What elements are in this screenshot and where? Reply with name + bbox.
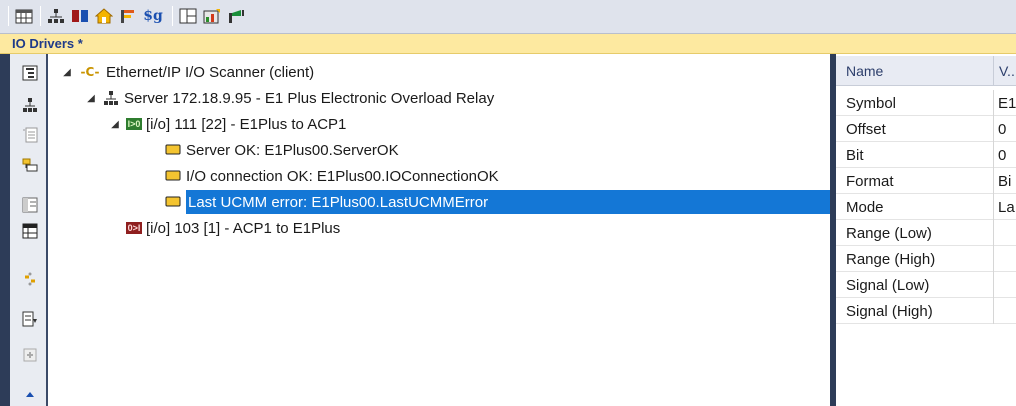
tree-item-label-selected: Last UCMM error: E1Plus00.LastUCMMError bbox=[186, 190, 830, 214]
property-row[interactable]: Signal (High) bbox=[836, 298, 1016, 324]
expand-icon[interactable]: ◢ bbox=[108, 119, 122, 130]
properties-grid: Name V... SymbolE1 Offset0 Bit0 FormatBi… bbox=[836, 56, 1016, 406]
tree-node-label: [i/o] 103 [1] - ACP1 to E1Plus bbox=[146, 219, 341, 237]
grid-icon[interactable] bbox=[21, 222, 39, 240]
tree-item-io-connection-ok[interactable]: I/O connection OK: E1Plus00.IOConnection… bbox=[164, 164, 499, 188]
flag-icon[interactable] bbox=[118, 6, 138, 26]
toolbar-separator bbox=[172, 6, 173, 26]
tree-item-server-ok[interactable]: Server OK: E1Plus00.ServerOK bbox=[164, 138, 399, 162]
panel-icon[interactable] bbox=[21, 196, 39, 214]
tree-item-last-ucmm-error[interactable]: Last UCMM error: E1Plus00.LastUCMMError bbox=[164, 190, 830, 214]
output-input-icon: 0>I bbox=[126, 222, 142, 234]
toolbar-separator bbox=[8, 6, 9, 26]
side-toolbar bbox=[10, 54, 48, 406]
io-icon[interactable] bbox=[70, 6, 90, 26]
tag-icon bbox=[164, 194, 182, 210]
tree-item-label: I/O connection OK: E1Plus00.IOConnection… bbox=[186, 167, 499, 185]
variable-icon[interactable]: $g bbox=[142, 6, 164, 26]
input-output-icon: I>0 bbox=[126, 118, 142, 130]
column-header-value[interactable]: V... bbox=[995, 56, 1016, 86]
connector-icon[interactable] bbox=[21, 156, 39, 174]
column-header-name[interactable]: Name bbox=[836, 56, 994, 86]
panel-title: IO Drivers * bbox=[12, 36, 83, 51]
list-icon[interactable] bbox=[21, 126, 39, 144]
properties-header: Name V... bbox=[836, 56, 1016, 86]
add-icon[interactable] bbox=[21, 346, 39, 364]
link-icon[interactable] bbox=[21, 270, 39, 288]
signal-icon[interactable] bbox=[226, 6, 246, 26]
tree-item-label: Server OK: E1Plus00.ServerOK bbox=[186, 141, 399, 159]
panel-header: IO Drivers * bbox=[0, 34, 1016, 54]
toolbar-separator bbox=[40, 6, 41, 26]
tree-node-io-111[interactable]: ◢ I>0 [i/o] 111 [22] - E1Plus to ACP1 bbox=[108, 112, 346, 136]
io-driver-tree: ◢ -C- Ethernet/IP I/O Scanner (client) ◢… bbox=[50, 56, 830, 406]
property-row[interactable]: Range (High) bbox=[836, 246, 1016, 272]
tree-node-label: Ethernet/IP I/O Scanner (client) bbox=[106, 63, 315, 81]
layout-icon[interactable] bbox=[178, 6, 198, 26]
tree-node-scanner[interactable]: ◢ -C- Ethernet/IP I/O Scanner (client) bbox=[60, 60, 314, 84]
network-icon[interactable] bbox=[21, 96, 39, 114]
expand-icon[interactable]: ◢ bbox=[84, 93, 98, 104]
tag-icon bbox=[164, 168, 182, 184]
tree-node-server[interactable]: ◢ Server 172.18.9.95 - E1 Plus Electroni… bbox=[84, 86, 494, 110]
property-row[interactable]: Format Bi bbox=[836, 168, 1016, 194]
tree-node-io-103[interactable]: 0>I [i/o] 103 [1] - ACP1 to E1Plus bbox=[126, 216, 340, 240]
property-row[interactable]: Symbol E1 bbox=[836, 90, 1016, 116]
property-row[interactable]: Offset 0 bbox=[836, 116, 1016, 142]
home-icon[interactable] bbox=[94, 6, 114, 26]
property-row[interactable]: Signal (Low) bbox=[836, 272, 1016, 298]
toolbar: $g bbox=[0, 0, 1016, 34]
scanner-icon: -C- bbox=[80, 65, 100, 79]
tree-node-label: Server 172.18.9.95 - E1 Plus Electronic … bbox=[124, 89, 495, 107]
tree-view-icon[interactable] bbox=[21, 64, 39, 82]
import-icon[interactable] bbox=[21, 310, 39, 328]
chart-icon[interactable] bbox=[202, 6, 222, 26]
property-row[interactable]: Bit 0 bbox=[836, 142, 1016, 168]
left-frame bbox=[0, 54, 10, 406]
tag-icon bbox=[164, 142, 182, 158]
network-icon[interactable] bbox=[46, 6, 66, 26]
table-icon[interactable] bbox=[14, 6, 34, 26]
expand-icon[interactable]: ◢ bbox=[60, 67, 74, 78]
arrow-up-icon[interactable] bbox=[21, 386, 39, 404]
tree-node-label: [i/o] 111 [22] - E1Plus to ACP1 bbox=[146, 115, 347, 133]
property-row[interactable]: Mode La bbox=[836, 194, 1016, 220]
property-row[interactable]: Range (Low) bbox=[836, 220, 1016, 246]
network-icon bbox=[102, 90, 120, 106]
